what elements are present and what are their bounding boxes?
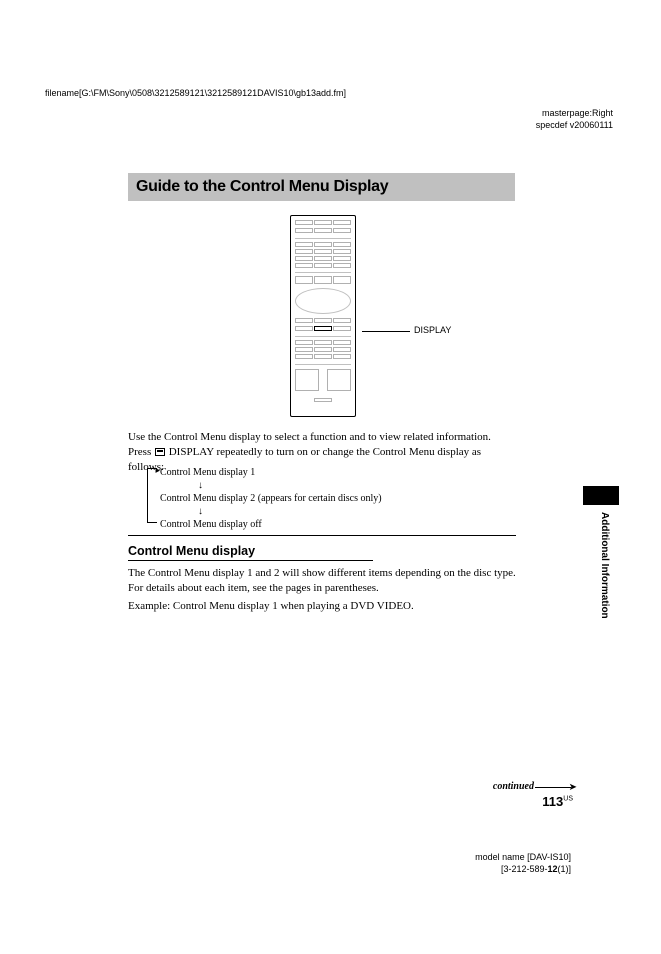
bracket-arrow-icon: ▸ [155, 465, 160, 476]
cycle-line-3: Control Menu display off [160, 517, 490, 533]
continued-leader [535, 787, 571, 788]
specdef: specdef v20060111 [536, 120, 613, 132]
remote-illustration-area: DISPLAY [128, 205, 518, 421]
subheading: Control Menu display [128, 544, 255, 558]
page-region: US [563, 796, 573, 803]
footer-model-info: model name [DAV-IS10] [3-212-589-12(1)] [475, 852, 571, 875]
filename-meta: filename[G:\FM\Sony\0508\3212589121\3212… [45, 88, 346, 98]
subheading-underline [128, 560, 373, 561]
section-title: Guide to the Control Menu Display [136, 178, 507, 196]
continued-arrow-icon: ➤ [569, 782, 577, 793]
header-right-meta: masterpage:Right specdef v20060111 [536, 108, 613, 131]
section-divider [128, 535, 516, 536]
display-button-callout: DISPLAY [414, 325, 451, 335]
cycle-bracket: ▸ [147, 468, 157, 523]
partno-bold: 12 [547, 864, 557, 874]
callout-leader-line [362, 331, 410, 332]
model-name: model name [DAV-IS10] [475, 852, 571, 864]
page-number: 113US [542, 794, 573, 809]
paragraph-2: Example: Control Menu display 1 when pla… [128, 599, 516, 614]
cycle-line-2: Control Menu display 2 (appears for cert… [160, 491, 490, 507]
down-arrow-icon: ↓ [198, 481, 490, 491]
remote-control-illustration [290, 215, 356, 417]
continued-label: continued [493, 781, 534, 792]
paragraph-1: The Control Menu display 1 and 2 will sh… [128, 566, 516, 596]
section-title-bar: Guide to the Control Menu Display [128, 173, 515, 201]
down-arrow-icon: ↓ [198, 507, 490, 517]
cycle-sequence: ▸ Control Menu display 1 ↓ Control Menu … [160, 465, 490, 533]
page-number-value: 113 [542, 794, 563, 809]
partno-post: (1)] [558, 864, 572, 874]
partno-pre: [3-212-589- [501, 864, 548, 874]
cycle-line-1: Control Menu display 1 [160, 465, 490, 481]
side-section-label: Additional Information [599, 512, 610, 619]
thumb-tab [583, 486, 619, 505]
masterpage: masterpage:Right [536, 108, 613, 120]
part-number: [3-212-589-12(1)] [475, 864, 571, 876]
display-icon [155, 448, 165, 456]
